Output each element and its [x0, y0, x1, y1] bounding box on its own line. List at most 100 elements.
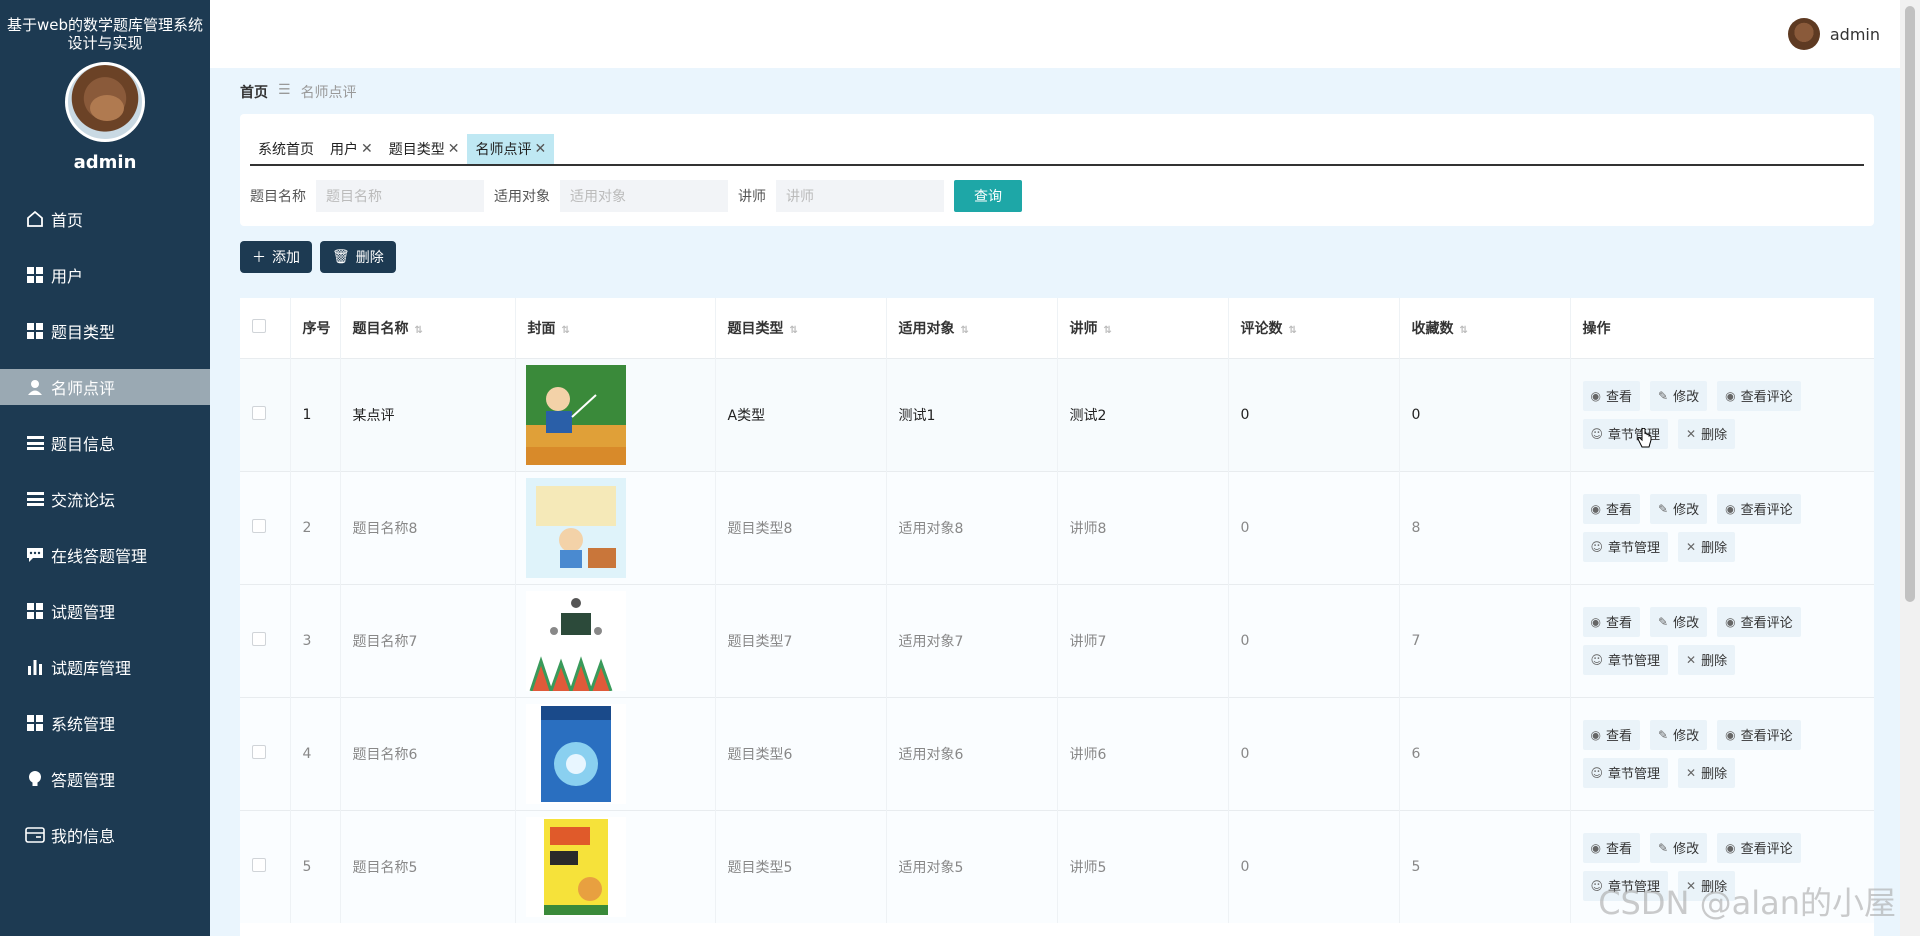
- edit-button[interactable]: ✎ 修改: [1650, 719, 1708, 750]
- view-comments-button[interactable]: ◉ 查看评论: [1717, 719, 1801, 750]
- close-icon[interactable]: ✕: [534, 141, 546, 157]
- delete-button[interactable]: 🗑 删除: [320, 241, 396, 273]
- header-name[interactable]: 题目名称 ⇅: [340, 298, 516, 358]
- sidebar-item-system[interactable]: 系统管理: [0, 695, 210, 751]
- teacher-input[interactable]: 讲师: [776, 180, 944, 212]
- row-checkbox[interactable]: [252, 857, 266, 872]
- header-favorites[interactable]: 收藏数 ⇅: [1399, 298, 1571, 358]
- header-actions: 操作: [1570, 298, 1874, 358]
- header-no: 序号: [290, 298, 341, 358]
- edit-button[interactable]: ✎ 修改: [1650, 493, 1708, 524]
- view-button[interactable]: ◉ 查看: [1582, 493, 1640, 524]
- sort-icon[interactable]: ⇅: [1104, 325, 1112, 336]
- view-comments-button[interactable]: ◉ 查看评论: [1717, 832, 1801, 863]
- tab-question-types[interactable]: 题目类型 ✕: [381, 134, 468, 164]
- add-button[interactable]: ＋ 添加: [240, 241, 312, 273]
- target-label: 适用对象: [494, 189, 550, 205]
- header-type[interactable]: 题目类型 ⇅: [715, 298, 887, 358]
- chapter-management-button[interactable]: ☺ 章节管理: [1582, 644, 1669, 675]
- delete-row-button[interactable]: ✕ 删除: [1678, 418, 1736, 449]
- view-comments-button[interactable]: ◉ 查看评论: [1717, 606, 1801, 637]
- sort-icon[interactable]: ⇅: [790, 325, 798, 336]
- edit-icon: ✎: [1658, 727, 1669, 742]
- header-target[interactable]: 适用对象 ⇅: [886, 298, 1058, 358]
- sort-icon[interactable]: ⇅: [1289, 325, 1297, 336]
- tab-home[interactable]: 系统首页: [250, 134, 322, 164]
- chapter-management-button[interactable]: ☺ 章节管理: [1582, 418, 1669, 449]
- close-icon: ✕: [1686, 539, 1697, 554]
- view-comments-button[interactable]: ◉ 查看评论: [1717, 380, 1801, 411]
- sidebar-item-home[interactable]: 首页: [0, 191, 210, 247]
- row-checkbox[interactable]: [252, 744, 266, 759]
- user-menu[interactable]: admin: [1787, 18, 1880, 50]
- cover-image[interactable]: [525, 816, 715, 917]
- view-button[interactable]: ◉ 查看: [1582, 380, 1640, 411]
- cover-image[interactable]: [525, 703, 715, 804]
- row-checkbox[interactable]: [252, 518, 266, 533]
- table-header: 序号 题目名称 ⇅ 封面 ⇅ 题目类型 ⇅ 适用对象 ⇅ 讲师 ⇅ 评论数 ⇅ 收藏数 ⇅ 操…: [240, 298, 1874, 358]
- sidebar-item-question-types[interactable]: 题目类型: [0, 303, 210, 359]
- scrollbar[interactable]: [1900, 0, 1920, 936]
- view-comments-button[interactable]: ◉ 查看评论: [1717, 493, 1801, 524]
- sidebar-item-forum[interactable]: 交流论坛: [0, 471, 210, 527]
- sidebar-item-exam[interactable]: 试题管理: [0, 583, 210, 639]
- cell-favorites: 0: [1399, 357, 1571, 471]
- header-comments[interactable]: 评论数 ⇅: [1228, 298, 1400, 358]
- edit-button[interactable]: ✎ 修改: [1650, 380, 1708, 411]
- header-cover[interactable]: 封面 ⇅: [515, 298, 716, 358]
- avatar: [1787, 18, 1820, 50]
- cell-type: 题目类型7: [715, 583, 887, 697]
- select-all-checkbox[interactable]: [252, 318, 266, 333]
- delete-row-button[interactable]: ✕ 删除: [1678, 644, 1736, 675]
- sidebar-item-question-info[interactable]: 题目信息: [0, 415, 210, 471]
- cover-image[interactable]: [525, 590, 715, 691]
- sidebar-item-my-info[interactable]: 我的信息: [0, 807, 210, 863]
- bar-chart-icon: [25, 657, 45, 677]
- table-row: 3 题目名称7 题目类型7 适用对象7 讲师7 0 7 ◉ 查看 ✎ 修改 ◉ 查看评论 ☺ 章节管理 ✕ 删除: [240, 583, 1874, 697]
- cell-cover: [515, 470, 716, 584]
- sidebar-item-label: 用户: [51, 267, 84, 286]
- sidebar-item-label: 系统管理: [51, 715, 116, 734]
- close-icon[interactable]: ✕: [448, 141, 460, 157]
- sidebar-item-question-bank[interactable]: 试题库管理: [0, 639, 210, 695]
- edit-icon: ✎: [1658, 388, 1669, 403]
- row-checkbox[interactable]: [252, 631, 266, 646]
- search-button[interactable]: 查询: [954, 180, 1022, 212]
- cover-image[interactable]: [525, 364, 715, 465]
- sort-icon[interactable]: ⇅: [562, 325, 570, 336]
- sidebar-item-answers[interactable]: 答题管理: [0, 751, 210, 807]
- edit-button[interactable]: ✎ 修改: [1650, 832, 1708, 863]
- breadcrumb-home[interactable]: 首页: [240, 82, 268, 102]
- sort-icon[interactable]: ⇅: [961, 325, 969, 336]
- close-icon: ✕: [1686, 652, 1697, 667]
- view-button[interactable]: ◉ 查看: [1582, 832, 1640, 863]
- user-plus-icon: ☺: [1590, 652, 1604, 667]
- chapter-management-button[interactable]: ☺ 章节管理: [1582, 757, 1669, 788]
- header-teacher[interactable]: 讲师 ⇅: [1057, 298, 1229, 358]
- view-button[interactable]: ◉ 查看: [1582, 719, 1640, 750]
- view-button[interactable]: ◉ 查看: [1582, 606, 1640, 637]
- cell-target: 测试1: [886, 357, 1058, 471]
- cell-teacher: 讲师6: [1057, 696, 1229, 810]
- eye-icon: ◉: [1725, 388, 1736, 403]
- tab-users[interactable]: 用户 ✕: [322, 134, 381, 164]
- sidebar-item-users[interactable]: 用户: [0, 247, 210, 303]
- tab-teacher-reviews[interactable]: 名师点评 ✕: [467, 134, 555, 164]
- cover-image[interactable]: [525, 477, 715, 578]
- delete-row-button[interactable]: ✕ 删除: [1678, 531, 1736, 562]
- name-input[interactable]: 题目名称: [316, 180, 484, 212]
- cell-name: 题目名称5: [340, 809, 516, 923]
- sort-icon[interactable]: ⇅: [415, 325, 423, 336]
- scroll-thumb[interactable]: [1905, 6, 1915, 602]
- sidebar-item-teacher-reviews[interactable]: 名师点评: [0, 369, 210, 405]
- sidebar-item-online-answer[interactable]: 在线答题管理: [0, 527, 210, 583]
- sidebar-item-label: 交流论坛: [51, 491, 116, 510]
- cell-type: A类型: [715, 357, 887, 471]
- target-input[interactable]: 适用对象: [560, 180, 728, 212]
- delete-row-button[interactable]: ✕ 删除: [1678, 757, 1736, 788]
- row-checkbox[interactable]: [252, 405, 266, 420]
- edit-button[interactable]: ✎ 修改: [1650, 606, 1708, 637]
- close-icon[interactable]: ✕: [361, 141, 373, 157]
- sort-icon[interactable]: ⇅: [1460, 325, 1468, 336]
- chapter-management-button[interactable]: ☺ 章节管理: [1582, 531, 1669, 562]
